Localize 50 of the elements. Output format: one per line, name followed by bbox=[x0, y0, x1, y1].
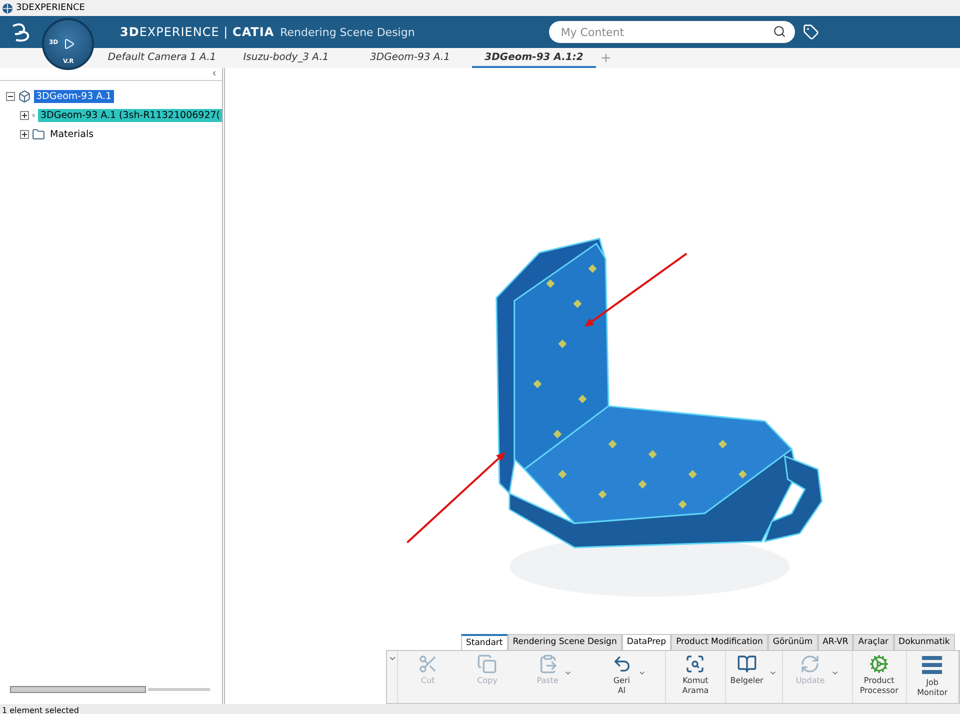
toolbar-button[interactable]: Komut Arama bbox=[680, 651, 711, 703]
toolbar-icon bbox=[869, 654, 890, 674]
ribbon-tab[interactable]: AR-VR bbox=[818, 634, 854, 650]
toolbar-button[interactable]: Job Monitor bbox=[915, 651, 950, 703]
toolbar-button[interactable]: Geri Al bbox=[610, 651, 634, 703]
logo-icon bbox=[10, 22, 32, 42]
expand-toggle-icon[interactable] bbox=[20, 111, 29, 120]
toolbar-icon bbox=[477, 654, 498, 674]
toolbar-icon bbox=[418, 654, 438, 674]
tree-item[interactable]: 3DGeom-93 A.1 (3sh-R11321006927( bbox=[38, 109, 222, 122]
toolbar-button[interactable]: Belgeler bbox=[728, 651, 766, 703]
scrollbar-thumb[interactable] bbox=[10, 686, 146, 692]
document-tab[interactable]: Isuzu-body_3 A.1 bbox=[224, 48, 348, 68]
globe-icon bbox=[2, 2, 13, 14]
scrollbar-track[interactable] bbox=[148, 688, 210, 690]
toolbar-icon bbox=[612, 654, 632, 674]
window-title: 3DEXPERIENCE bbox=[16, 3, 85, 13]
caret-icon[interactable] bbox=[769, 669, 778, 677]
ribbon-tab[interactable]: Görünüm bbox=[768, 634, 818, 650]
play-icon[interactable] bbox=[63, 38, 75, 50]
toolbar-icon bbox=[538, 654, 558, 674]
tree-item[interactable]: Materials bbox=[48, 128, 96, 141]
caret-icon[interactable] bbox=[638, 669, 646, 677]
list-bars-icon bbox=[921, 654, 944, 676]
ribbon-tab[interactable]: Product Modification bbox=[671, 634, 768, 650]
app-name: Rendering Scene Design bbox=[280, 26, 415, 38]
toolbar-button[interactable]: Product Processor bbox=[858, 651, 900, 703]
brand-title: 3DEXPERIENCE | CATIA bbox=[120, 25, 274, 39]
toolbar-icon bbox=[736, 654, 757, 674]
tree-item[interactable]: 3DGeom-93 A.1 bbox=[34, 90, 114, 103]
toolbar-icon bbox=[800, 654, 820, 674]
search-icon[interactable] bbox=[772, 25, 786, 38]
ribbon-tab[interactable]: Araçlar bbox=[853, 634, 894, 650]
chevron-down-icon[interactable] bbox=[388, 654, 397, 663]
document-tab[interactable]: 3DGeom-93 A.1 bbox=[348, 48, 472, 68]
ribbon-tab[interactable]: Rendering Scene Design bbox=[508, 634, 622, 650]
document-tab[interactable]: Default Camera 1 A.1 bbox=[100, 48, 224, 68]
ribbon-tab[interactable]: Dokunmatik bbox=[894, 634, 955, 650]
collapse-panel-button[interactable]: ‹ bbox=[206, 68, 222, 80]
ribbon-tab[interactable]: Standart bbox=[461, 634, 508, 650]
document-tab[interactable]: 3DGeom-93 A.1:2 bbox=[472, 48, 596, 68]
collapse-toggle-icon[interactable] bbox=[6, 92, 15, 101]
expand-toggle-icon[interactable] bbox=[20, 130, 29, 139]
cube-icon bbox=[18, 90, 31, 103]
search-field[interactable]: My Content bbox=[548, 21, 795, 43]
status-text: 1 element selected bbox=[0, 704, 960, 714]
toolbar-icon bbox=[685, 654, 706, 674]
ribbon-tab[interactable]: DataPrep bbox=[622, 634, 672, 650]
folder-icon bbox=[32, 128, 45, 141]
tag-icon[interactable] bbox=[802, 24, 819, 40]
